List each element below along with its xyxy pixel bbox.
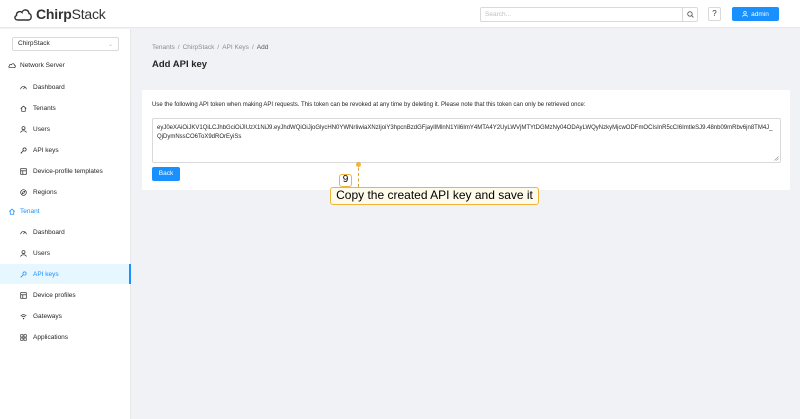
sidebar-item-label: Users [33, 125, 50, 133]
api-token-textarea[interactable]: eyJ0eXAiOiJKV1QiLCJhbGciOiJIUzX1NiJ9.eyJ… [152, 118, 781, 163]
logo-text: ChirpStack [36, 6, 106, 22]
sidebar-item-ns-device-profile-templates[interactable]: Device-profile templates [0, 161, 131, 181]
key-icon [20, 270, 27, 278]
key-icon [20, 146, 27, 154]
sidebar-item-label: Gateways [33, 312, 62, 320]
breadcrumb-separator: / [177, 44, 180, 51]
resize-handle-icon[interactable] [774, 156, 779, 161]
page-title: Add API key [152, 59, 208, 70]
cloud-icon [8, 62, 16, 68]
sidebar-item-label: API keys [33, 270, 59, 278]
user-icon [20, 125, 27, 133]
dashboard-icon [20, 85, 27, 89]
wifi-icon [20, 313, 27, 319]
menu-group-network-server[interactable]: Network Server [0, 58, 131, 72]
chirpstack-logo[interactable]: ChirpStack [13, 6, 106, 22]
api-key-card: Use the following API token when making … [142, 90, 790, 190]
top-header: ChirpStack ? admin [0, 0, 800, 28]
sidebar-item-tenant-gateways[interactable]: Gateways [0, 306, 131, 326]
back-button[interactable]: Back [152, 167, 180, 181]
sidebar-item-label: Regions [33, 188, 57, 196]
sidebar-item-label: Users [33, 249, 50, 257]
breadcrumb-add: Add [256, 44, 269, 51]
user-icon [742, 11, 748, 17]
search-box [480, 7, 698, 22]
tenant-select-value: ChirpStack [18, 40, 50, 47]
breadcrumb-chirpstack[interactable]: ChirpStack [183, 44, 215, 51]
appstore-icon [20, 333, 27, 341]
api-token-value: eyJ0eXAiOiJKV1QiLCJhbGciOiJIUzX1NiJ9.eyJ… [157, 125, 773, 140]
tenant-select[interactable]: ChirpStack ⌄ [12, 37, 119, 51]
user-icon [20, 249, 27, 257]
user-menu-label: admin [751, 10, 769, 18]
sidebar-item-ns-regions[interactable]: Regions [0, 182, 131, 202]
search-icon [686, 11, 694, 18]
annotation-dot [356, 162, 361, 167]
compass-icon [20, 188, 27, 196]
template-icon [20, 291, 27, 299]
sidebar-item-label: Applications [33, 333, 69, 341]
template-icon [20, 167, 27, 175]
sidebar-item-label: Dashboard [33, 83, 65, 91]
breadcrumb-tenants[interactable]: Tenants [152, 44, 175, 51]
sidebar-item-label: API keys [33, 146, 59, 154]
sidebar-item-label: Device-profile templates [33, 167, 103, 175]
breadcrumb-api-keys[interactable]: API Keys [222, 44, 249, 51]
sidebar-item-label: Device profiles [33, 291, 76, 299]
breadcrumb-separator: / [217, 44, 220, 51]
sidebar-item-tenant-api-keys[interactable]: API keys [0, 264, 131, 284]
sidebar-item-tenant-device-profiles[interactable]: Device profiles [0, 285, 131, 305]
sidebar-item-ns-api-keys[interactable]: API keys [0, 140, 131, 160]
sidebar-item-ns-tenants[interactable]: Tenants [0, 98, 131, 118]
cloud-icon [14, 8, 32, 21]
home-icon [8, 208, 16, 215]
sidebar-item-tenant-users[interactable]: Users [0, 243, 131, 263]
sidebar-item-label: Tenants [33, 104, 56, 112]
sidebar-item-tenant-applications[interactable]: Applications [0, 327, 131, 347]
breadcrumb: Tenants / ChirpStack / API Keys / Add [152, 44, 268, 51]
breadcrumb-separator: / [251, 44, 254, 51]
search-button[interactable] [682, 7, 697, 22]
sidebar: ChirpStack ⌄ Network Server Dashboard Te… [0, 29, 131, 419]
annotation-step-number: 9 [339, 174, 352, 187]
dashboard-icon [20, 230, 27, 234]
sidebar-item-tenant-dashboard[interactable]: Dashboard [0, 222, 131, 242]
sidebar-item-ns-dashboard[interactable]: Dashboard [0, 77, 131, 97]
token-info-text: Use the following API token when making … [152, 102, 586, 108]
help-button[interactable]: ? [708, 7, 721, 21]
sidebar-item-ns-users[interactable]: Users [0, 119, 131, 139]
menu-group-label: Network Server [20, 61, 65, 69]
sidebar-item-label: Dashboard [33, 228, 65, 236]
home-icon [20, 105, 27, 112]
menu-group-label: Tenant [20, 207, 40, 215]
menu-group-tenant[interactable]: Tenant [0, 204, 131, 218]
chevron-down-icon: ⌄ [107, 42, 113, 48]
search-input[interactable] [481, 8, 681, 21]
annotation-label: Copy the created API key and save it [330, 187, 539, 205]
user-menu-button[interactable]: admin [732, 7, 779, 21]
